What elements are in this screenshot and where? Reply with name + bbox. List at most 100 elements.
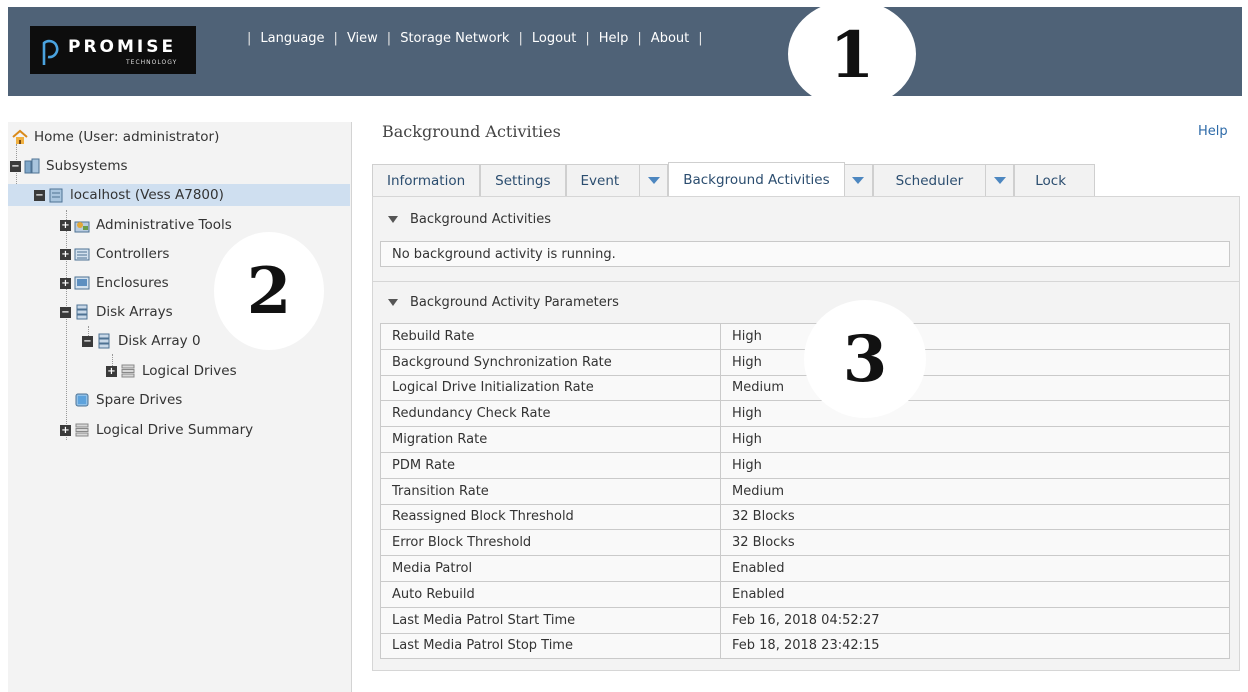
param-name: Last Media Patrol Stop Time (380, 632, 721, 660)
tree-item-localhost[interactable]: − localhost (Vess A7800) (8, 184, 350, 206)
table-row: Migration Rate High (380, 426, 1230, 453)
tree-label: Controllers (96, 246, 170, 262)
help-link[interactable]: Help (1198, 124, 1228, 139)
tab-event-dropdown[interactable] (640, 164, 669, 196)
tree-item-logical-drives[interactable]: + Logical Drives (106, 360, 237, 382)
menu-help[interactable]: Help (599, 31, 629, 46)
tree-label: Spare Drives (96, 392, 183, 408)
param-name: Logical Drive Initialization Rate (380, 374, 721, 402)
collapse-icon[interactable]: − (10, 160, 21, 172)
tree-item-controllers[interactable]: + Controllers (60, 243, 169, 265)
menu-language[interactable]: Language (260, 31, 324, 46)
param-value: Enabled (720, 580, 1230, 608)
tab-background-activities[interactable]: Background Activities (668, 162, 845, 196)
param-value: Enabled (720, 555, 1230, 582)
tree-label: Disk Arrays (96, 304, 173, 320)
tree-item-disk-array-0[interactable]: − Disk Array 0 (82, 330, 201, 352)
logical-drive-icon (121, 364, 135, 378)
tree-item-home[interactable]: Home (User: administrator) (12, 126, 219, 148)
param-value: Medium (720, 374, 1230, 402)
param-name: Background Synchronization Rate (380, 348, 721, 376)
collapse-triangle-icon (388, 215, 398, 223)
tree-label: Disk Array 0 (118, 333, 201, 349)
section-title: Background Activity Parameters (410, 294, 619, 310)
background-activity-status: No background activity is running. (380, 241, 1230, 267)
table-row: Error Block Threshold 32 Blocks (380, 529, 1230, 557)
expand-icon[interactable]: + (60, 219, 71, 231)
disk-array-icon (98, 333, 110, 349)
menu-logout[interactable]: Logout (532, 31, 577, 46)
tree-item-logical-drive-summary[interactable]: + Logical Drive Summary (60, 419, 253, 441)
logo-subtext: TECHNOLOGY (126, 59, 178, 66)
tree-item-disk-arrays[interactable]: − Disk Arrays (60, 301, 173, 323)
top-header: PROMISE TECHNOLOGY | Language | View | S… (8, 7, 1242, 96)
param-name: Media Patrol (380, 555, 721, 582)
table-row: Logical Drive Initialization Rate Medium (380, 374, 1230, 402)
param-name: PDM Rate (380, 451, 721, 479)
tree-item-subsystems[interactable]: − Subsystems (10, 155, 128, 177)
admin-tools-icon (74, 221, 90, 233)
tab-lock[interactable]: Lock (1014, 164, 1096, 196)
param-name: Redundancy Check Rate (380, 400, 721, 428)
param-value: High (720, 451, 1230, 479)
logical-drive-icon (75, 423, 89, 437)
table-row: PDM Rate High (380, 451, 1230, 479)
tab-bar: Information Settings Event Background Ac… (372, 162, 1232, 196)
promise-logo[interactable]: PROMISE TECHNOLOGY (30, 26, 196, 74)
disk-array-icon (76, 304, 88, 320)
tree-label: localhost (Vess A7800) (70, 187, 224, 203)
tree-label: Administrative Tools (96, 217, 232, 233)
menu-view[interactable]: View (347, 31, 378, 46)
collapse-icon[interactable]: − (82, 335, 93, 347)
expand-icon[interactable]: + (106, 365, 117, 377)
param-value: High (720, 323, 1230, 350)
table-row: Last Media Patrol Start Time Feb 16, 2018… (380, 606, 1230, 634)
param-name: Transition Rate (380, 477, 721, 505)
table-row: Media Patrol Enabled (380, 555, 1230, 582)
tree-label: Logical Drive Summary (96, 422, 254, 438)
expand-icon[interactable]: + (60, 424, 71, 436)
param-value: 32 Blocks (720, 529, 1230, 557)
tree-item-enclosures[interactable]: + Enclosures (60, 272, 169, 294)
tab-scheduler[interactable]: Scheduler (872, 164, 987, 196)
controller-icon (74, 248, 90, 261)
tree-label: Enclosures (96, 275, 169, 291)
spare-drive-icon (75, 393, 89, 407)
tab-scheduler-dropdown[interactable] (986, 164, 1015, 196)
tree-item-administrative-tools[interactable]: + Administrative Tools (60, 214, 232, 236)
menu-storage-network[interactable]: Storage Network (400, 31, 509, 46)
param-name: Reassigned Block Threshold (380, 503, 721, 531)
callout-2: 2 (214, 232, 324, 350)
subsystems-icon (24, 158, 40, 174)
param-name: Last Media Patrol Start Time (380, 606, 721, 634)
tab-background-activities-dropdown[interactable] (844, 164, 873, 196)
section-parameters-header[interactable]: Background Activity Parameters (380, 292, 619, 312)
param-value: Feb 16, 2018 04:52:27 (720, 606, 1230, 634)
tab-event[interactable]: Event (565, 164, 641, 196)
tree-label: Subsystems (46, 158, 128, 174)
expand-icon[interactable]: + (60, 277, 71, 289)
param-value: High (720, 426, 1230, 453)
expand-icon[interactable]: + (60, 248, 71, 260)
table-row: Reassigned Block Threshold 32 Blocks (380, 503, 1230, 531)
tab-settings[interactable]: Settings (480, 164, 566, 196)
dropdown-arrow-icon (647, 177, 660, 184)
server-icon (49, 188, 63, 203)
section-background-activities-header[interactable]: Background Activities (380, 209, 551, 229)
top-menu: | Language | View | Storage Network | Lo… (247, 30, 703, 46)
tree-label: Home (User: administrator) (34, 129, 220, 145)
page-title: Background Activities (382, 122, 561, 141)
tree-label: Logical Drives (142, 363, 237, 379)
tree-item-spare-drives[interactable]: Spare Drives (74, 389, 182, 411)
section-title: Background Activities (410, 211, 551, 227)
tab-information[interactable]: Information (372, 164, 481, 196)
table-row: Redundancy Check Rate High (380, 400, 1230, 428)
collapse-icon[interactable]: − (60, 306, 71, 318)
menu-about[interactable]: About (651, 31, 689, 46)
table-row: Auto Rebuild Enabled (380, 580, 1230, 608)
collapse-triangle-icon (388, 298, 398, 306)
callout-3: 3 (804, 300, 926, 418)
navigation-tree: Home (User: administrator) − Subsystems … (8, 122, 352, 692)
enclosure-icon (74, 276, 90, 290)
collapse-icon[interactable]: − (34, 189, 45, 201)
